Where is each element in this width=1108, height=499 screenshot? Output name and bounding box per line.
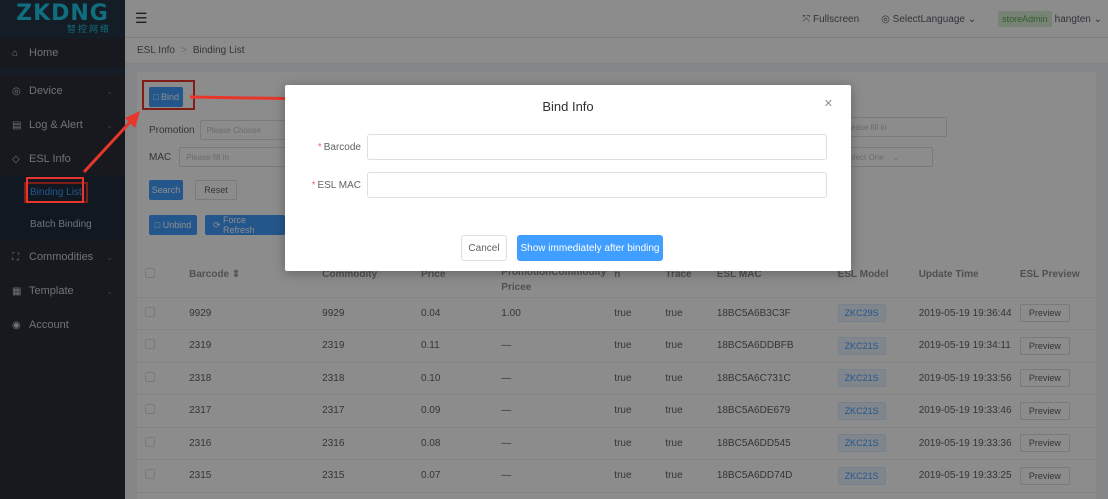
required-mark: * — [311, 179, 316, 191]
dialog-footer: Cancel Show immediately after binding — [461, 235, 663, 261]
esl-mac-label: * ESL MAC — [285, 180, 367, 191]
highlight-box-binding-list — [26, 177, 84, 203]
barcode-label-text: Barcode — [323, 141, 361, 153]
bind-info-dialog: Bind Info ✕ * Barcode * ESL MAC Cancel Sho… — [285, 85, 851, 271]
esl-mac-input[interactable] — [367, 172, 827, 198]
barcode-input[interactable] — [367, 134, 827, 160]
barcode-row: * Barcode — [285, 134, 827, 160]
dialog-title: Bind Info — [542, 99, 594, 114]
esl-mac-label-text: ESL MAC — [317, 179, 361, 191]
cancel-button[interactable]: Cancel — [461, 235, 507, 261]
barcode-label: * Barcode — [285, 142, 367, 153]
required-mark: * — [317, 141, 322, 153]
close-icon[interactable]: ✕ — [824, 97, 833, 110]
confirm-bind-button[interactable]: Show immediately after binding — [517, 235, 663, 261]
esl-mac-row: * ESL MAC — [285, 172, 827, 198]
